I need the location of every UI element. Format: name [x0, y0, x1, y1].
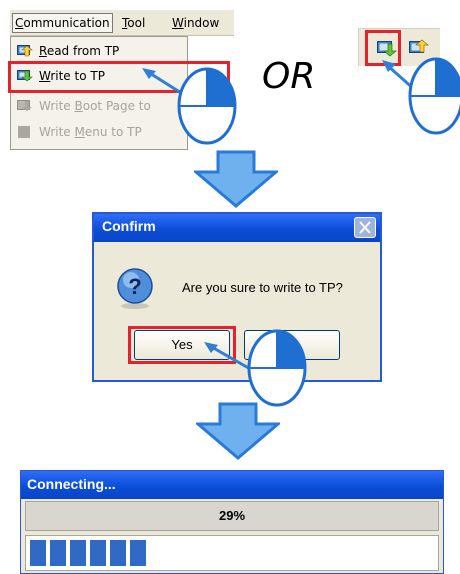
progress-percent: 29%	[25, 501, 439, 531]
connecting-titlebar: Connecting...	[21, 471, 443, 499]
dialog-title: Confirm	[102, 218, 156, 234]
connecting-window: Connecting... 29%	[20, 470, 444, 574]
progress-block	[70, 540, 86, 566]
question-icon: ?	[117, 268, 153, 309]
menu-item-rest: ead from TP	[46, 44, 120, 58]
menu-item-label: Write Boot Page to	[39, 99, 151, 113]
menu-item-prefix: Write	[39, 125, 75, 139]
write-boot-page-icon	[17, 100, 32, 111]
progress-block	[130, 540, 146, 566]
menu-window[interactable]: Window	[170, 13, 221, 33]
read-from-tp-toolbar-button[interactable]	[407, 38, 429, 58]
progress-bar	[25, 535, 439, 571]
menu-tool-rest: ool	[127, 16, 146, 30]
close-icon	[359, 221, 371, 234]
menu-item-label: Read from TP	[39, 44, 119, 58]
menu-communication-rest: ommunication	[23, 16, 110, 30]
menu-item-hotkey: M	[74, 125, 85, 139]
menu-item-hotkey: R	[39, 44, 47, 58]
mouse-icon	[247, 329, 307, 407]
read-from-tp-icon	[409, 39, 429, 53]
mouse-icon	[177, 67, 237, 145]
read-from-tp-icon	[17, 45, 33, 57]
mouse-icon	[408, 57, 460, 135]
or-label: OR	[262, 56, 316, 97]
menu-bar: Communication Tool Window	[10, 10, 234, 36]
dialog-close-button[interactable]	[354, 217, 376, 238]
menu-item-prefix: Write	[39, 99, 75, 113]
menu-window-rest: indow	[183, 16, 220, 30]
dialog-titlebar: Confirm	[94, 214, 380, 242]
svg-text:?: ?	[128, 274, 141, 299]
menu-item-label: Write Menu to TP	[39, 125, 142, 139]
menu-tool[interactable]: Tool	[120, 13, 147, 33]
down-arrow-2	[196, 402, 280, 460]
progress-block	[110, 540, 126, 566]
down-arrow-1	[194, 150, 278, 208]
write-menu-icon	[18, 126, 30, 138]
progress-block	[50, 540, 66, 566]
menu-item-rest: enu to TP	[84, 125, 142, 139]
menu-item-read-from-tp[interactable]: Read from TP	[13, 40, 185, 62]
menu-window-hotkey: W	[172, 16, 184, 30]
progress-block	[30, 540, 46, 566]
menu-communication[interactable]: Communication	[12, 13, 113, 33]
menu-item-hotkey: B	[74, 99, 83, 113]
dialog-message: Are you sure to write to TP?	[182, 280, 343, 295]
progress-block	[90, 540, 106, 566]
connecting-title: Connecting...	[27, 476, 116, 492]
